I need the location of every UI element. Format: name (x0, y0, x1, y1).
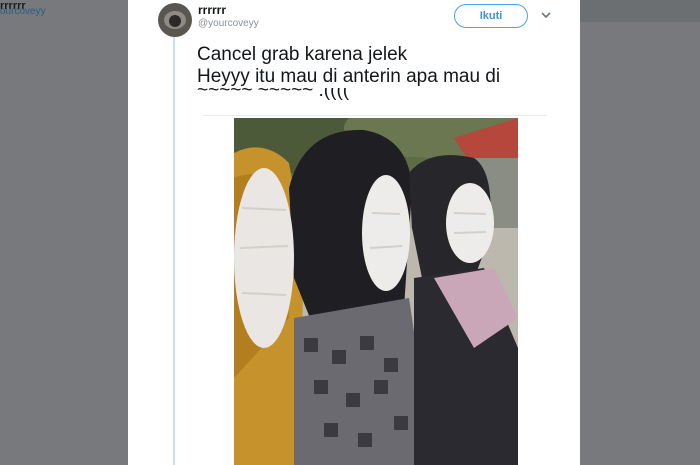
user-handle[interactable]: @yourcoveyy (198, 18, 259, 29)
follow-button[interactable]: Ikuti (454, 4, 528, 28)
avatar[interactable] (158, 3, 192, 37)
tweet-card: rrrrrr @yourcoveyy Ikuti Cancel grab kar… (128, 0, 580, 465)
background-user-handle: ourcoveyy (0, 6, 46, 17)
user-name[interactable]: rrrrrr (198, 3, 226, 17)
divider (202, 115, 547, 116)
thread-line (173, 34, 175, 465)
tweet-text: Cancel grab karena jelek Heyyy itu mau d… (197, 44, 557, 102)
chevron-down-icon[interactable] (540, 10, 552, 20)
media-photo (234, 118, 518, 465)
background-topbar (580, 0, 700, 22)
background-panel-left: rrrrrr ourcoveyy (0, 0, 128, 465)
tweet-text-line-3: ~~~~~ ~~~~~ :(((( (197, 88, 350, 101)
tweet-text-line-1: Cancel grab karena jelek (197, 44, 408, 65)
background-panel-right (580, 0, 700, 465)
tweet-media-image[interactable] (234, 118, 518, 465)
tweet-text-line-2: Heyyy itu mau di anterin apa mau di (197, 66, 501, 87)
